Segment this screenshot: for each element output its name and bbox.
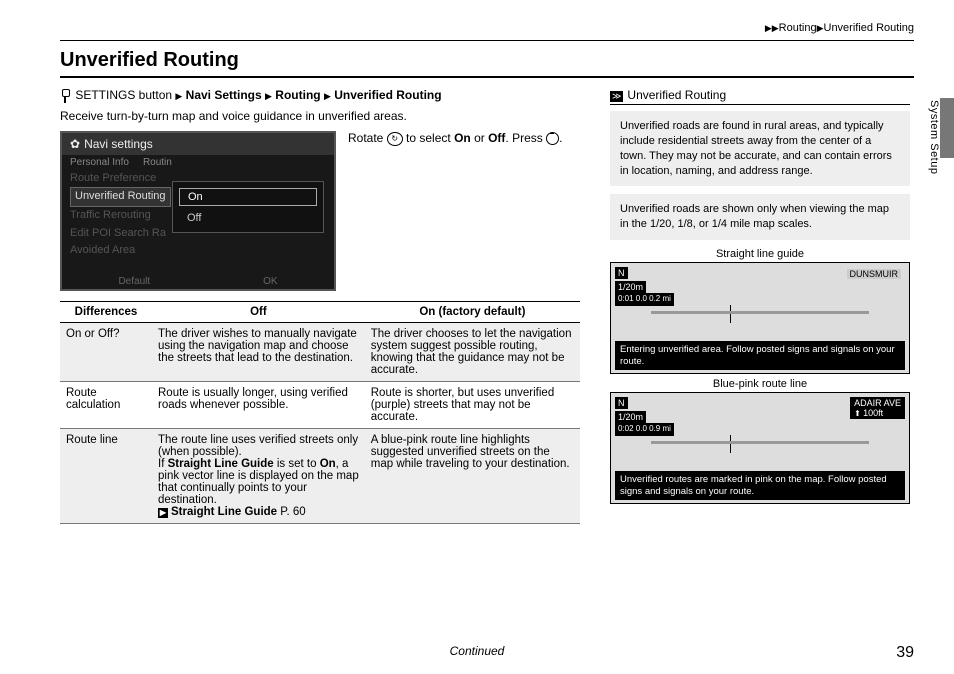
map-figure-2: N 1/20m 0:02 0.0 0.9 mi ADAIR AVE ⬆ 100f… — [610, 392, 910, 504]
txt: Straight Line Guide — [171, 506, 277, 518]
triangle-icon: ▶ — [817, 23, 824, 33]
device-tab: Personal Info — [70, 157, 129, 168]
note-heading: ≫ Unverified Routing — [610, 88, 910, 105]
chevron-icon: ≫ — [610, 91, 623, 102]
continued-label: Continued — [450, 644, 505, 658]
settings-path: SETTINGS button ▶ Navi Settings ▶ Routin… — [60, 88, 580, 103]
td-off: The driver wishes to manually navigate u… — [152, 322, 365, 381]
txt: The route line uses verified streets onl… — [158, 434, 358, 458]
txt: On — [454, 131, 471, 145]
popup-option-on: On — [179, 188, 317, 206]
th-off: Off — [152, 301, 365, 322]
path-step: Unverified Routing — [334, 88, 441, 102]
map-figure-1: N 1/20m 0:01 0.0 0.2 mi DUNSMUIR Enterin… — [610, 262, 910, 374]
th-on: On (factory default) — [365, 301, 580, 322]
page-title: Unverified Routing — [60, 49, 914, 72]
scale-badge: 1/20m — [615, 281, 646, 293]
street-label: DUNSMUIR — [847, 269, 902, 279]
rotate-knob-icon: ↻ — [387, 132, 403, 146]
txt: Rotate — [348, 131, 387, 145]
breadcrumb-a: Routing — [779, 22, 817, 34]
txt: Unverified Routing — [627, 88, 726, 102]
differences-table: Differences Off On (factory default) On … — [60, 301, 580, 524]
td-label: Route line — [60, 428, 152, 523]
td-on: Route is shorter, but uses unverified (p… — [365, 381, 580, 428]
device-popup: On Off — [172, 181, 324, 233]
divider — [60, 76, 914, 78]
triangle-icon: ▶ — [175, 91, 182, 101]
txt: If — [158, 458, 168, 470]
txt: is set to — [274, 458, 320, 470]
route-line — [651, 441, 869, 444]
map-stats: 0:02 0.0 0.9 mi — [615, 423, 674, 436]
callout-line — [730, 435, 731, 453]
street-label: ADAIR AVE ⬆ 100ft — [850, 397, 905, 419]
path-button: SETTINGS button — [75, 88, 172, 102]
north-icon: N — [615, 397, 628, 409]
map-message: Unverified routes are marked in pink on … — [615, 471, 905, 500]
settings-button-icon — [60, 89, 70, 103]
device-menu-item-selected: Unverified Routing — [70, 187, 171, 207]
scale-badge: 1/20m — [615, 411, 646, 423]
cross-reference: ▶Straight Line Guide — [158, 506, 277, 518]
txt: On — [320, 458, 336, 470]
txt: 100ft — [863, 408, 883, 418]
link-icon: ▶ — [158, 508, 168, 518]
route-line — [651, 311, 869, 314]
info-box: Unverified roads are found in rural area… — [610, 111, 910, 186]
section-tab: System Setup — [928, 100, 940, 174]
page-number: 39 — [896, 644, 914, 662]
device-tab: Routin — [143, 157, 172, 168]
td-off: Route is usually longer, using verified … — [152, 381, 365, 428]
divider — [60, 40, 914, 41]
info-box: Unverified roads are shown only when vie… — [610, 194, 910, 240]
map-message: Entering unverified area. Follow posted … — [615, 341, 905, 370]
triangle-icon: ▶ — [265, 91, 272, 101]
txt: to select — [403, 131, 454, 145]
txt: Straight Line Guide — [168, 458, 274, 470]
path-step: Navi Settings — [186, 88, 262, 102]
device-footer: OK — [263, 276, 277, 287]
instruction-text: Rotate ↻ to select On or Off. Press . — [348, 131, 580, 291]
main-column: SETTINGS button ▶ Navi Settings ▶ Routin… — [60, 88, 580, 524]
breadcrumb-b: Unverified Routing — [824, 22, 915, 34]
triangle-icon: ▶ — [324, 91, 331, 101]
figure-caption: Blue-pink route line — [610, 378, 910, 390]
td-on: A blue-pink route line highlights sugges… — [365, 428, 580, 523]
map-stats: 0:01 0.0 0.2 mi — [615, 293, 674, 306]
gear-icon: ✿ — [70, 137, 80, 151]
txt: or — [471, 131, 488, 145]
txt: P. 60 — [277, 506, 306, 518]
device-menu-item: Avoided Area — [70, 242, 326, 260]
north-icon: N — [615, 267, 628, 279]
txt: . — [559, 131, 562, 145]
intro-text: Receive turn-by-turn map and voice guida… — [60, 109, 580, 123]
device-title: Navi settings — [84, 137, 153, 151]
td-label: On or Off? — [60, 322, 152, 381]
path-step: Routing — [275, 88, 320, 102]
txt: . Press — [505, 131, 546, 145]
device-footer: Default — [118, 276, 150, 287]
td-on: The driver chooses to let the navigation… — [365, 322, 580, 381]
popup-option-off: Off — [173, 208, 323, 228]
press-button-icon — [546, 132, 559, 145]
td-off: The route line uses verified streets onl… — [152, 428, 365, 523]
td-label: Route calculation — [60, 381, 152, 428]
figure-caption: Straight line guide — [610, 248, 910, 260]
breadcrumb: ▶▶Routing▶Unverified Routing — [765, 22, 914, 34]
device-screenshot: ✿Navi settings Personal Info Routin Rout… — [60, 131, 336, 291]
txt: Off — [488, 131, 505, 145]
txt: ADAIR AVE — [854, 398, 901, 408]
note-column: ≫ Unverified Routing Unverified roads are… — [610, 88, 910, 524]
triangle-icon: ▶▶ — [765, 23, 779, 33]
th-diff: Differences — [60, 301, 152, 322]
callout-line — [730, 305, 731, 323]
